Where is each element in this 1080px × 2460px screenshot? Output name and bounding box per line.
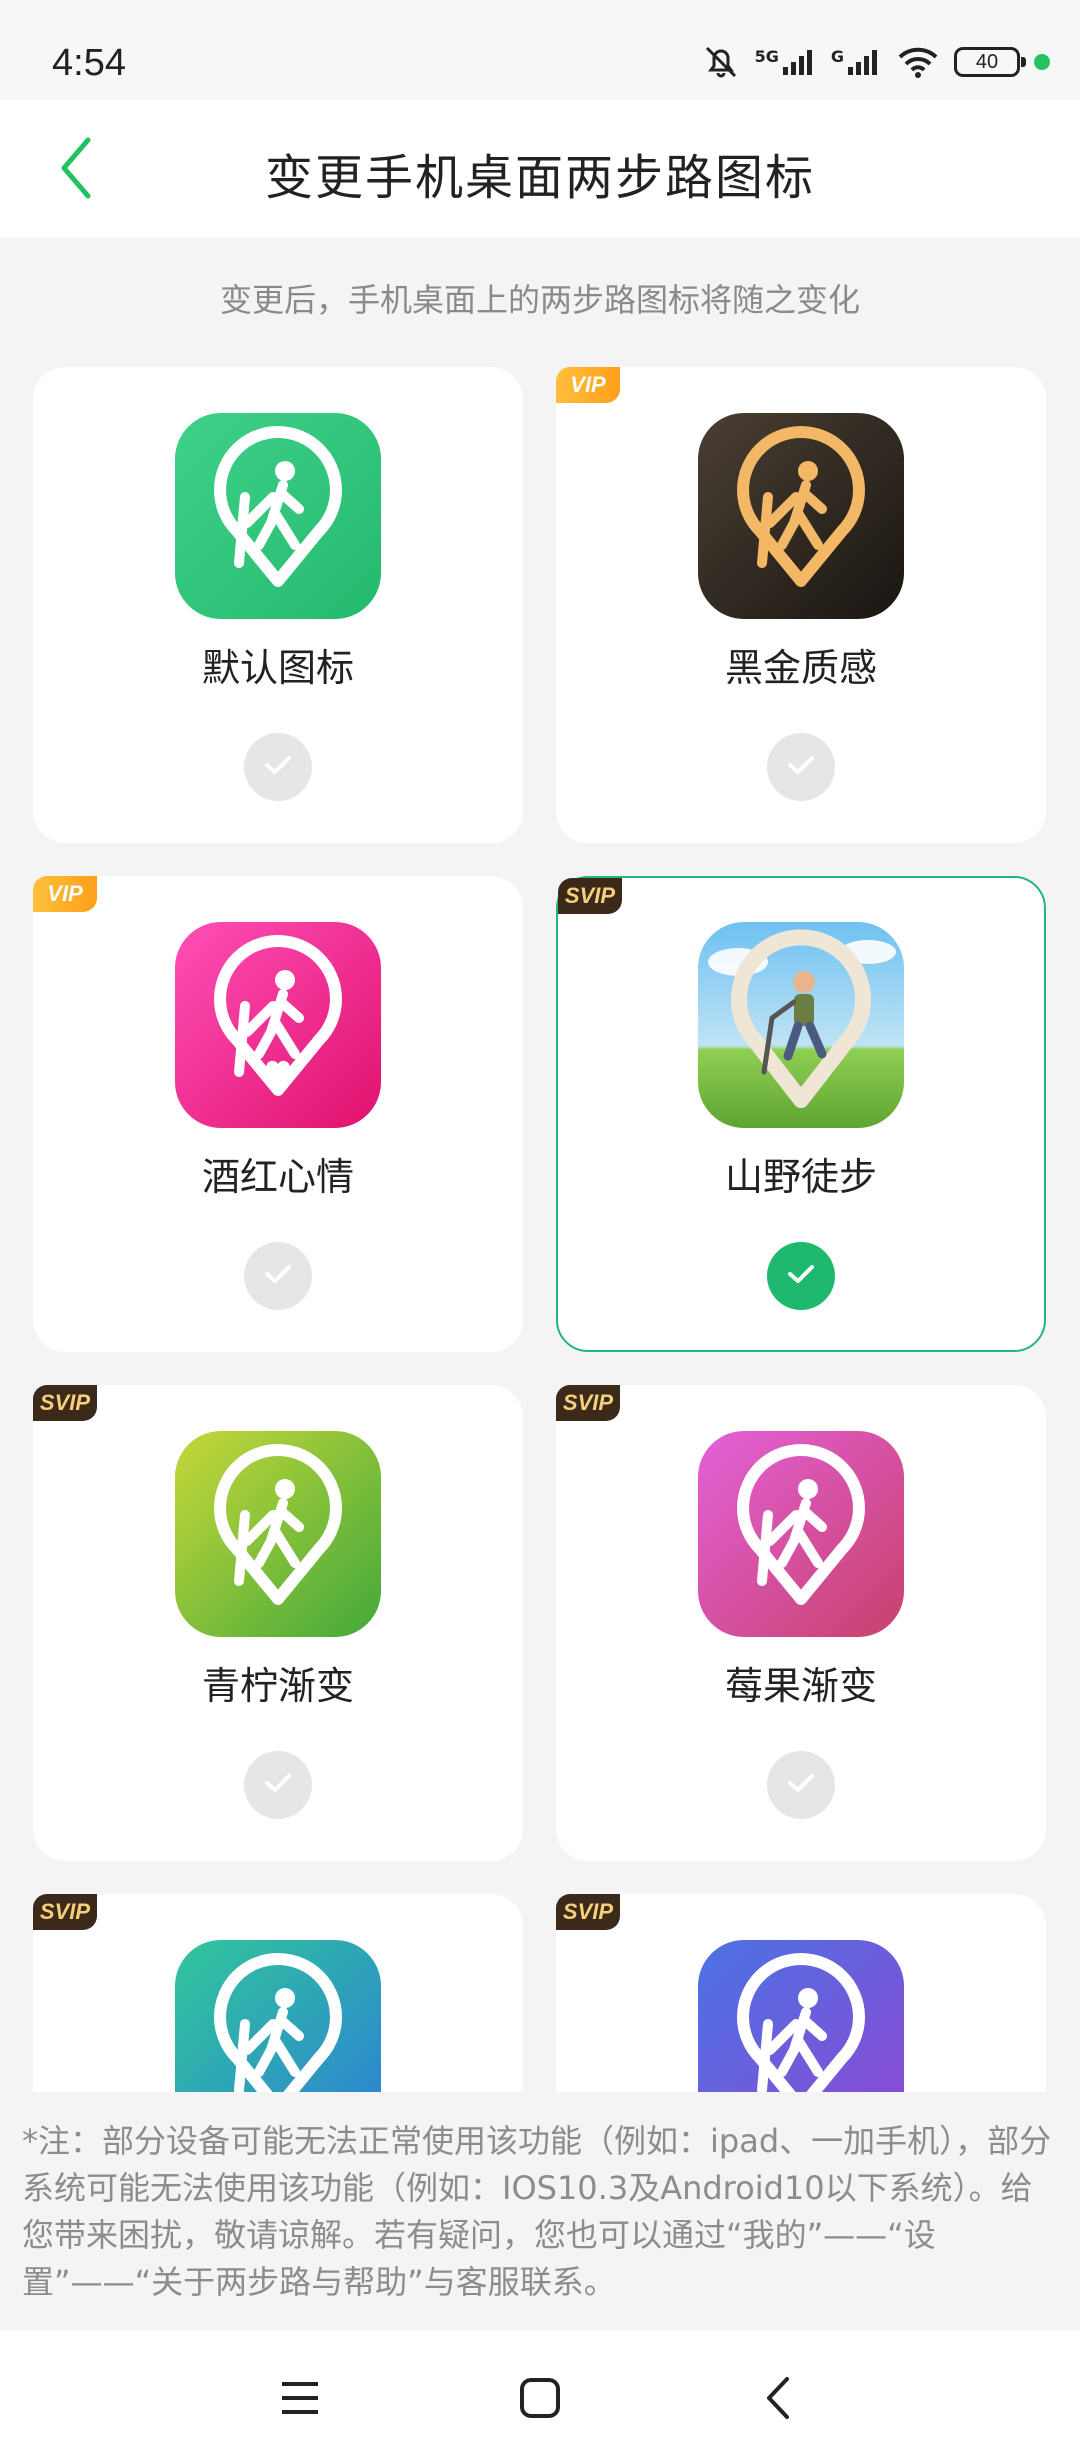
system-nav-bar: [0, 2330, 1080, 2460]
icon-label: 青柠渐变: [201, 1664, 354, 1708]
disclaimer-note: *注：部分设备可能无法正常使用该功能（例如：ipad、一加手机），部分系统可能无…: [22, 2122, 1052, 2301]
status-time: 4:54: [52, 42, 126, 84]
icon-grid: 默认图标 VIP 黑金质感 VIP 酒红心情 SVIP 山野徒步 SVIP 青柠…: [0, 362, 1080, 2092]
select-check[interactable]: [767, 1751, 835, 1819]
chevron-left-icon: [763, 2375, 793, 2425]
nav-home-button[interactable]: [500, 2360, 580, 2440]
subtitle: 变更后，手机桌面上的两步路图标将随之变化: [219, 281, 860, 319]
app-icon-preview: [175, 1431, 381, 1637]
check-icon: [786, 1771, 816, 1799]
home-square-icon: [518, 2376, 562, 2424]
nav-menu-button[interactable]: [260, 2360, 340, 2440]
vip-badge: VIP: [556, 367, 620, 403]
select-check[interactable]: [244, 733, 312, 801]
menu-icon: [278, 2378, 322, 2422]
signal-g-icon: G: [831, 47, 882, 77]
check-icon: [786, 753, 816, 781]
select-check[interactable]: [244, 1751, 312, 1819]
svip-badge: SVIP: [33, 1894, 97, 1930]
page-title: 变更手机桌面两步路图标: [264, 150, 815, 206]
svip-badge: SVIP: [558, 878, 622, 914]
app-icon-preview: [175, 1940, 381, 2092]
app-icon-preview: [698, 1431, 904, 1637]
nav-back-button[interactable]: [738, 2360, 818, 2440]
check-icon: [263, 753, 293, 781]
status-bar: 4:54 5G G 40: [0, 0, 1080, 100]
icon-label: 黑金质感: [724, 646, 877, 690]
vip-badge: VIP: [33, 876, 97, 912]
svip-badge: SVIP: [33, 1385, 97, 1421]
check-icon: [263, 1771, 293, 1799]
icon-label: 默认图标: [201, 646, 354, 690]
select-check[interactable]: [767, 733, 835, 801]
icon-label: 酒红心情: [201, 1155, 354, 1199]
icon-card-black-gold[interactable]: VIP 黑金质感: [556, 367, 1046, 843]
icon-card-teal-gradient[interactable]: SVIP: [33, 1894, 523, 2092]
check-icon: [786, 1262, 816, 1290]
select-check[interactable]: [767, 1242, 835, 1310]
app-icon-preview: [698, 1940, 904, 2092]
icon-card-default[interactable]: 默认图标: [33, 367, 523, 843]
select-check[interactable]: [244, 1242, 312, 1310]
icon-card-wine-red[interactable]: VIP 酒红心情: [33, 876, 523, 1352]
app-icon-preview: [698, 413, 904, 619]
icon-card-lime-gradient[interactable]: SVIP 青柠渐变: [33, 1385, 523, 1861]
icon-card-mountain-hiking[interactable]: SVIP 山野徒步: [556, 876, 1046, 1352]
header: 变更手机桌面两步路图标: [0, 100, 1080, 238]
svip-badge: SVIP: [556, 1894, 620, 1930]
battery-icon: 40: [954, 47, 1026, 77]
icon-label: 莓果渐变: [724, 1664, 877, 1708]
svip-badge: SVIP: [556, 1385, 620, 1421]
icon-card-berry-gradient[interactable]: SVIP 莓果渐变: [556, 1385, 1046, 1861]
status-dot: [1034, 54, 1050, 70]
app-icon-preview: [698, 922, 904, 1128]
signal-5g-icon: 5G: [755, 47, 817, 77]
wifi-icon: [896, 45, 940, 79]
icon-card-violet-gradient[interactable]: SVIP: [556, 1894, 1046, 2092]
check-icon: [263, 1262, 293, 1290]
status-icons: 5G G 40: [701, 42, 1050, 82]
app-icon-preview: [175, 922, 381, 1128]
app-icon-preview: [175, 413, 381, 619]
icon-label: 山野徒步: [724, 1155, 877, 1199]
bell-muted-icon: [701, 42, 741, 82]
